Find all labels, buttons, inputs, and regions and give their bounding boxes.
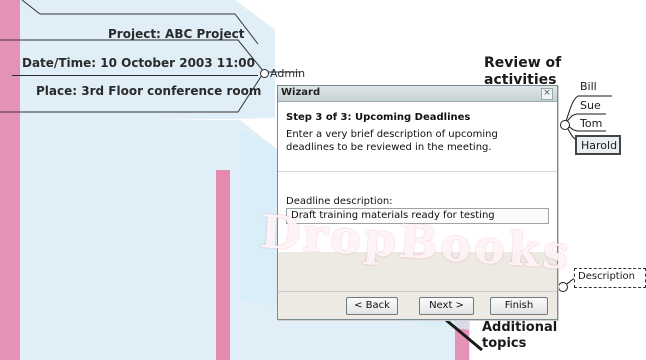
name-node-sue[interactable]: Sue (580, 99, 601, 112)
additional-line1: Additional (482, 320, 558, 335)
wizard-dialog: Wizard × Step 3 of 3: Upcoming Deadlines… (277, 85, 558, 320)
description-node[interactable]: Description (574, 268, 646, 288)
step-title: Step 3 of 3: Upcoming Deadlines (286, 112, 471, 123)
finish-button[interactable]: Finish (490, 297, 548, 315)
name-node-bill[interactable]: Bill (580, 80, 597, 93)
additional-topics-node[interactable]: Additional topics (482, 320, 557, 352)
header-divider (278, 171, 557, 172)
dialog-titlebar[interactable]: Wizard × (278, 86, 557, 102)
description-expand-circle[interactable] (558, 282, 568, 292)
review-expand-circle[interactable] (560, 120, 570, 130)
step-description: Enter a very brief description of upcomi… (286, 129, 498, 153)
deadline-description-label: Deadline description: (286, 196, 393, 207)
name-node-tom[interactable]: Tom (580, 117, 602, 130)
close-icon[interactable]: × (541, 88, 553, 100)
back-button[interactable]: < Back (346, 297, 398, 315)
footer-divider (278, 291, 557, 292)
next-button[interactable]: Next > (419, 297, 474, 315)
dialog-title: Wizard (281, 87, 321, 98)
name-node-harold[interactable]: Harold (575, 135, 621, 155)
additional-line2: topics (482, 336, 527, 351)
